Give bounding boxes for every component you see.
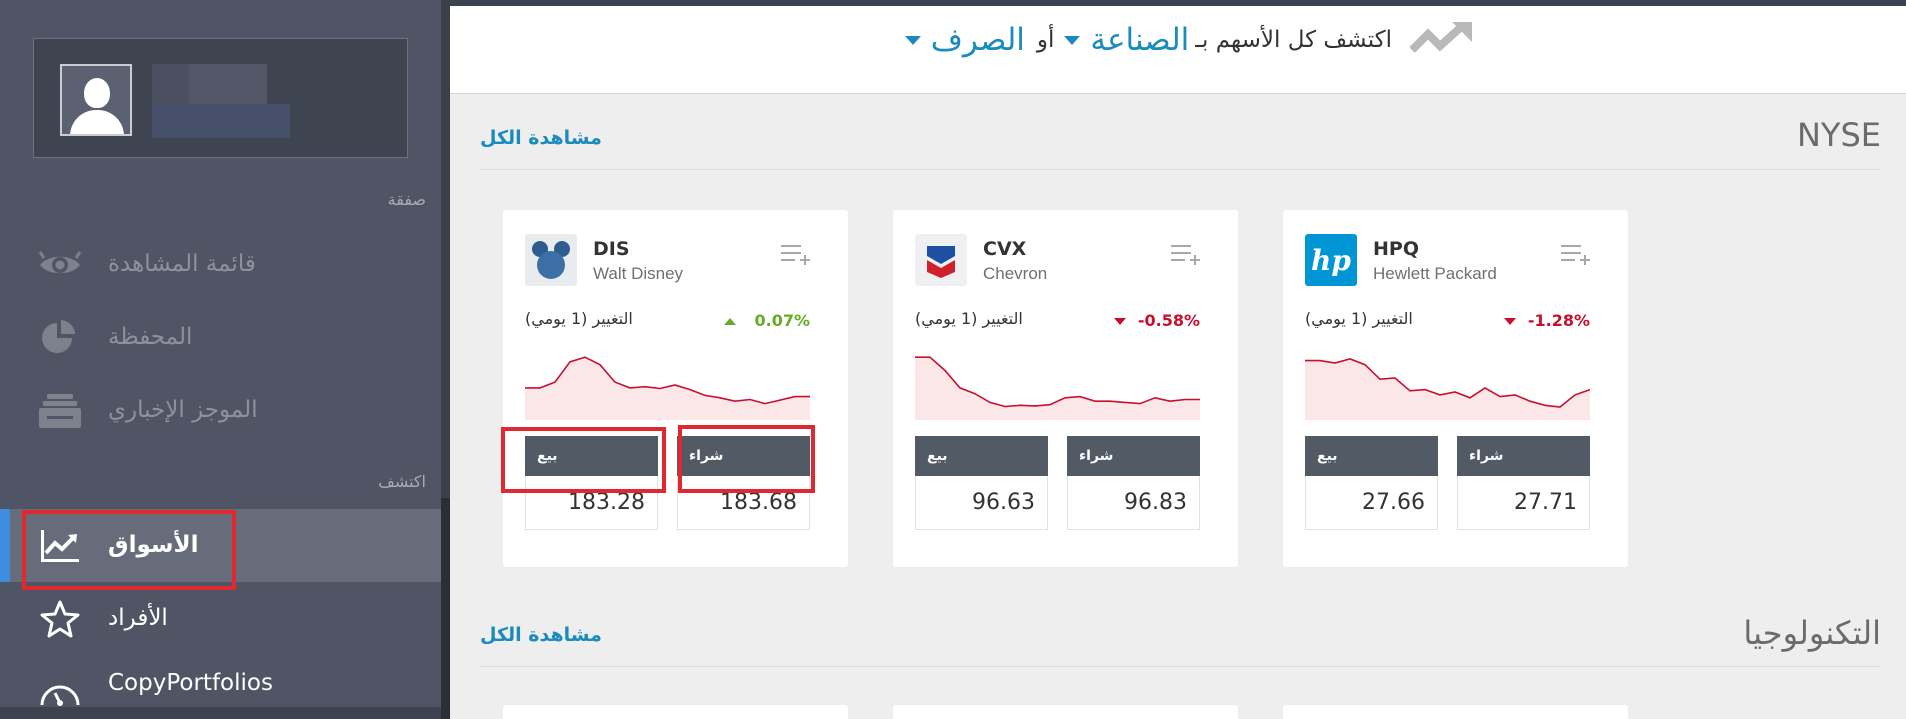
profile-card[interactable]: [33, 38, 408, 158]
sparkline-area: [1305, 358, 1590, 420]
sidebar-item-label: قائمة المشاهدة: [108, 251, 256, 277]
industry-caret-icon[interactable]: [1064, 35, 1081, 45]
exchange-dropdown[interactable]: الصرف: [931, 22, 1025, 58]
sidebar-item-label: الأفراد: [108, 605, 168, 631]
eye-icon: [38, 251, 82, 274]
avatar[interactable]: [60, 64, 132, 136]
hp-logo-icon: hp: [1305, 234, 1357, 286]
change-value: 0.07%: [754, 311, 810, 330]
section-title-technology: التكنولوجيا: [1743, 614, 1881, 652]
active-indicator: [0, 509, 10, 582]
discover-header-content: اكتشف كل الأسهم بـ الصناعة أو الصرف: [901, 20, 1480, 60]
gauge-icon: [40, 685, 80, 706]
sidebar-item-people[interactable]: الأفراد: [0, 582, 441, 655]
sidebar-scrollbar[interactable]: [441, 0, 450, 719]
add-to-watchlist-icon[interactable]: [1559, 242, 1591, 266]
company-name: Hewlett Packard: [1373, 264, 1497, 283]
price-sparkline: [1305, 358, 1590, 420]
stock-card-partial[interactable]: [1283, 705, 1628, 719]
price-sparkline: [525, 356, 810, 420]
mickey-logo-icon: [525, 234, 577, 286]
stock-card-partial[interactable]: [503, 705, 848, 719]
sidebar-item-watchlist[interactable]: قائمة المشاهدة: [0, 228, 441, 301]
news-feed-icon: [39, 394, 81, 428]
sidebar-item-markets[interactable]: الأسواق: [0, 509, 441, 582]
stock-ticker[interactable]: HPQ: [1373, 238, 1419, 260]
stock-card-dis[interactable]: DIS Walt Disney التغيير (1 يومي) 0.07% ب…: [503, 210, 848, 567]
stock-card-cvx[interactable]: CVX Chevron التغيير (1 يومي) -0.58% بيع …: [893, 210, 1238, 567]
sidebar-item-label: الموجز الإخباري: [108, 397, 258, 423]
buy-button[interactable]: شراء: [1067, 436, 1200, 476]
add-to-watchlist-icon[interactable]: [779, 242, 811, 266]
avatar-shoulders-shape: [70, 110, 124, 134]
sidebar-item-portfolio[interactable]: المحفظة: [0, 301, 441, 374]
change-label: التغيير (1 يومي): [915, 309, 1023, 328]
company-name: Chevron: [983, 264, 1048, 283]
sparkline-area: [915, 357, 1200, 420]
arrow-up-icon: [724, 318, 736, 325]
section-divider: [480, 169, 1881, 170]
company-name: Walt Disney: [593, 264, 684, 283]
stock-card-hpq[interactable]: hp HPQ Hewlett Packard التغيير (1 يومي) …: [1283, 210, 1628, 567]
change-label: التغيير (1 يومي): [525, 309, 633, 328]
section-label-discover: اكتشف: [378, 472, 426, 491]
blurred-username-part: [189, 64, 267, 104]
sell-price[interactable]: 183.28: [525, 476, 658, 530]
change-value: -0.58%: [1137, 311, 1200, 330]
header-or-text: أو: [1036, 27, 1055, 53]
arrow-down-icon: [1504, 318, 1516, 325]
sparkline-area: [525, 357, 810, 420]
stock-ticker[interactable]: CVX: [983, 238, 1026, 260]
buy-button[interactable]: شراء: [677, 436, 810, 476]
main-content: اكتشف كل الأسهم بـ الصناعة أو الصرف NYSE…: [450, 0, 1906, 719]
discover-header: اكتشف كل الأسهم بـ الصناعة أو الصرف: [450, 6, 1906, 94]
trending-up-icon: [41, 530, 79, 562]
sidebar-item-label: الأسواق: [108, 532, 199, 558]
buy-price[interactable]: 27.71: [1457, 476, 1590, 530]
stock-ticker[interactable]: DIS: [593, 238, 630, 260]
view-all-link-nyse[interactable]: مشاهدة الكل: [480, 127, 602, 149]
change-value: -1.28%: [1527, 311, 1590, 330]
blurred-user-info: [152, 104, 290, 138]
sell-button[interactable]: بيع: [525, 436, 658, 476]
section-title-nyse: NYSE: [1796, 116, 1881, 154]
buy-button[interactable]: شراء: [1457, 436, 1590, 476]
header-prefix-text: اكتشف كل الأسهم بـ: [1195, 27, 1392, 53]
sell-price[interactable]: 27.66: [1305, 476, 1438, 530]
section-label-trade: صفقة: [387, 190, 426, 209]
sidebar-scrollbar-thumb[interactable]: [441, 498, 450, 719]
pie-chart-icon: [42, 320, 75, 353]
buy-price[interactable]: 96.83: [1067, 476, 1200, 530]
sell-button[interactable]: بيع: [915, 436, 1048, 476]
sidebar-bottom-divider: [0, 707, 441, 719]
sell-price[interactable]: 96.63: [915, 476, 1048, 530]
price-sparkline: [915, 356, 1200, 420]
section-divider: [480, 666, 1881, 667]
trend-arrow-icon: [1410, 22, 1472, 53]
sidebar-item-label: المحفظة: [108, 324, 193, 350]
buy-price[interactable]: 183.68: [677, 476, 810, 530]
sidebar: صفقة قائمة المشاهدة المحفظة الموجز الإخب…: [0, 0, 450, 719]
view-all-link-technology[interactable]: مشاهدة الكل: [480, 624, 602, 646]
svg-text:hp: hp: [1311, 244, 1351, 277]
industry-dropdown[interactable]: الصناعة: [1090, 22, 1189, 58]
arrow-down-icon: [1114, 318, 1126, 325]
chevron-logo-icon: [915, 234, 967, 286]
sidebar-item-news-feed[interactable]: الموجز الإخباري: [0, 374, 441, 447]
stock-card-partial[interactable]: [893, 705, 1238, 719]
avatar-head-shape: [84, 78, 110, 108]
exchange-caret-icon[interactable]: [904, 35, 921, 45]
add-to-watchlist-icon[interactable]: [1169, 242, 1201, 266]
star-icon: [40, 600, 80, 638]
sell-button[interactable]: بيع: [1305, 436, 1438, 476]
change-label: التغيير (1 يومي): [1305, 309, 1413, 328]
